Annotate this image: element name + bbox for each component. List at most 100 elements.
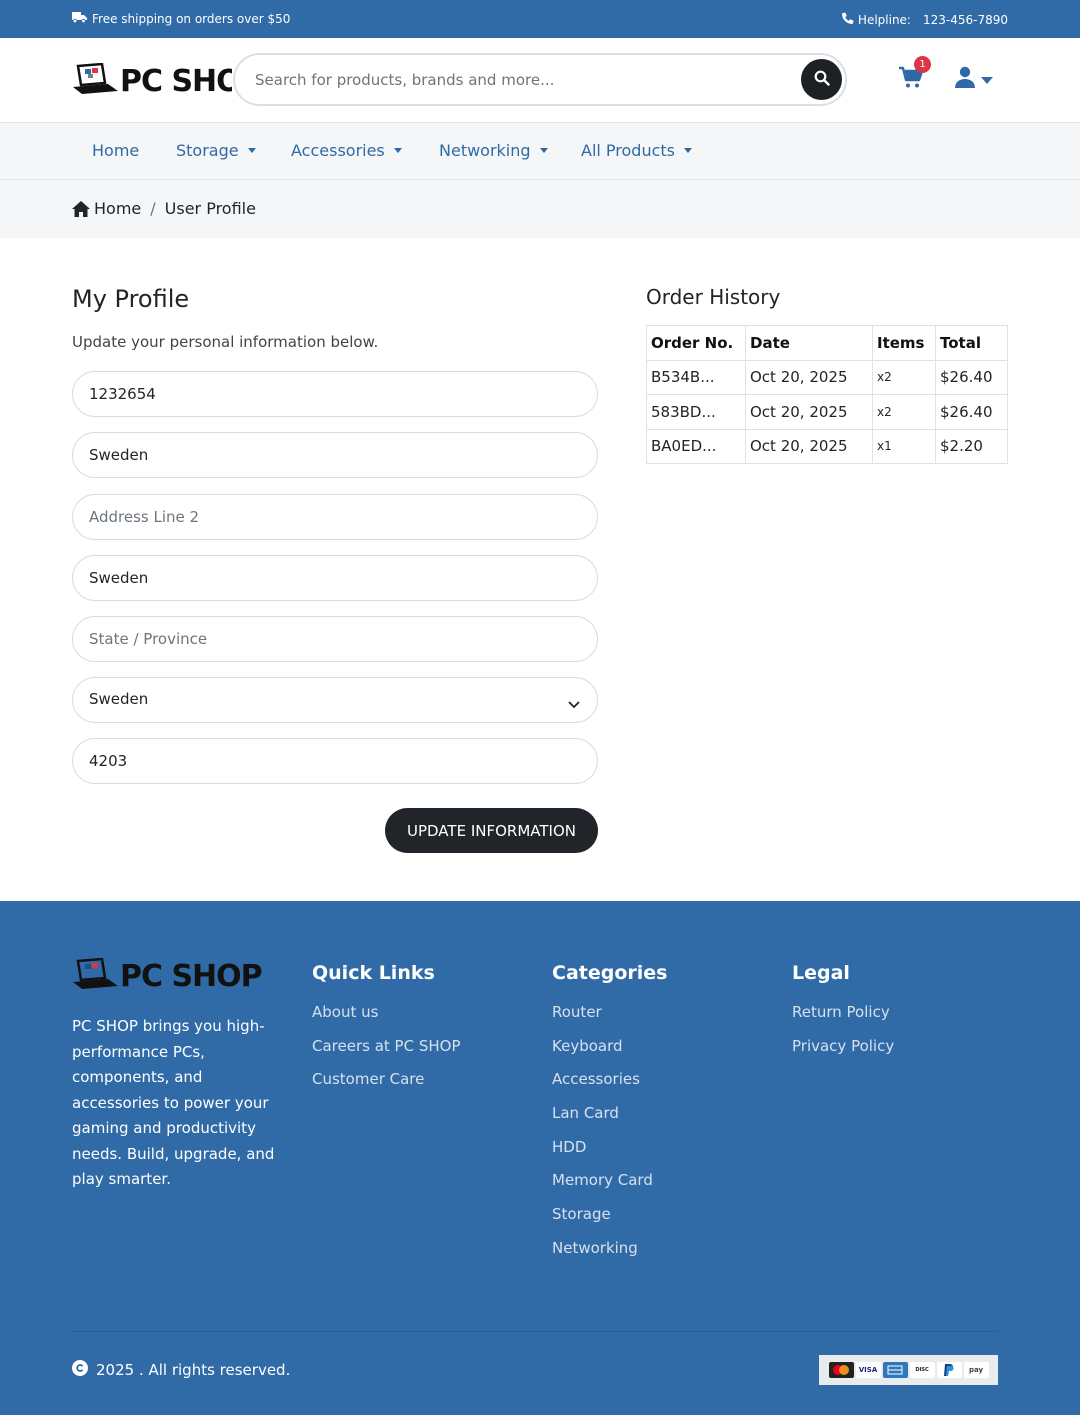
breadcrumb: Home / User Profile [0, 180, 1080, 238]
footer-link-return-policy[interactable]: Return Policy [792, 1003, 894, 1037]
footer-link-keyboard[interactable]: Keyboard [552, 1037, 667, 1071]
search-icon [814, 70, 830, 90]
search-bar [233, 53, 847, 106]
state-field[interactable] [72, 616, 598, 662]
table-header-row: Order No. Date Items Total [646, 325, 1008, 361]
footer-about: PC SHOP brings you high-performance PCs,… [72, 1017, 275, 1188]
address-line1-field[interactable] [72, 432, 598, 478]
footer-link-about[interactable]: About us [312, 1003, 461, 1037]
order-items: x2 [872, 359, 936, 395]
nav-label: Storage [176, 141, 239, 160]
column-header: Total [935, 325, 1008, 361]
update-information-button[interactable]: UPDATE INFORMATION [385, 808, 598, 853]
cart-button[interactable]: 1 [898, 56, 931, 94]
paypal-icon [936, 1362, 962, 1378]
site-header: PC SHOP 1 [0, 38, 1080, 123]
nav-networking[interactable]: Networking [439, 141, 548, 160]
footer-legal: Legal Return Policy Privacy Policy [792, 962, 894, 1070]
nav-home[interactable]: Home [92, 141, 139, 160]
order-number[interactable]: B534B... [646, 359, 746, 395]
search-input[interactable] [255, 67, 795, 93]
site-footer: PC SHOP PC SHOP brings you high-performa… [0, 901, 1080, 1415]
helpline-number[interactable]: 123-456-7890 [923, 13, 1008, 27]
table-row[interactable]: 583BD... Oct 20, 2025 x2 $26.40 [646, 394, 1008, 430]
footer-link-customer-care[interactable]: Customer Care [312, 1070, 461, 1104]
breadcrumb-current: User Profile [164, 199, 256, 218]
apple-pay-icon: pay [963, 1362, 989, 1378]
nav-all-products[interactable]: All Products [581, 141, 693, 160]
column-header: Items [872, 325, 936, 361]
order-total: $26.40 [935, 394, 1008, 430]
footer-logo-text: PC SHOP [120, 958, 263, 994]
footer-logo[interactable]: PC SHOP [72, 957, 263, 994]
breadcrumb-separator: / [150, 199, 156, 218]
profile-title: My Profile [72, 285, 190, 313]
order-history-table: Order No. Date Items Total B534B... Oct … [646, 325, 1008, 464]
city-field[interactable] [72, 555, 598, 601]
footer-link-memory-card[interactable]: Memory Card [552, 1171, 667, 1205]
country-select[interactable]: Sweden [72, 677, 598, 723]
user-icon [955, 66, 975, 92]
nav-label: Networking [439, 141, 531, 160]
caret-down-icon [393, 148, 402, 153]
footer-heading: Categories [552, 962, 668, 984]
search-button[interactable] [801, 59, 842, 100]
phone-field[interactable] [72, 371, 598, 417]
nav-storage[interactable]: Storage [176, 141, 256, 160]
order-total: $26.40 [935, 359, 1008, 395]
order-items: x1 [872, 428, 936, 464]
top-bar: Free shipping on orders over $50 Helplin… [0, 0, 1080, 38]
profile-subtitle: Update your personal information below. [72, 333, 379, 351]
site-logo[interactable]: PC SHOP [72, 63, 232, 99]
column-header: Order No. [646, 325, 746, 361]
country-selected-value: Sweden [89, 690, 149, 708]
copyright-text: 2025 . All rights reserved. [96, 1361, 291, 1379]
footer-link-hdd[interactable]: HDD [552, 1138, 667, 1172]
footer-divider [72, 1331, 998, 1332]
order-date: Oct 20, 2025 [745, 359, 873, 395]
chevron-down-icon [568, 695, 580, 713]
footer-link-careers[interactable]: Careers at PC SHOP [312, 1037, 461, 1071]
home-icon [72, 200, 90, 217]
payment-methods: VISA DISC pay [819, 1355, 998, 1385]
nav-accessories[interactable]: Accessories [291, 141, 402, 160]
visa-icon: VISA [855, 1362, 881, 1378]
table-row[interactable]: B534B... Oct 20, 2025 x2 $26.40 [646, 359, 1008, 395]
caret-down-icon [247, 148, 256, 153]
order-date: Oct 20, 2025 [745, 394, 873, 430]
chevron-down-icon [981, 70, 993, 89]
address-line2-field[interactable] [72, 494, 598, 540]
order-number[interactable]: BA0ED... [646, 428, 746, 464]
footer-heading: Quick Links [312, 962, 435, 984]
breadcrumb-home[interactable]: Home [94, 199, 141, 218]
table-row[interactable]: BA0ED... Oct 20, 2025 x1 $2.20 [646, 428, 1008, 464]
cart-icon [898, 66, 924, 94]
amex-icon [882, 1362, 908, 1378]
column-header: Date [745, 325, 873, 361]
user-menu[interactable] [955, 66, 1001, 92]
shipping-text: Free shipping on orders over $50 [92, 12, 291, 26]
discover-icon: DISC [909, 1362, 935, 1378]
shipping-notice: Free shipping on orders over $50 [72, 12, 290, 26]
order-history-title: Order History [646, 285, 781, 309]
copyright: 2025 . All rights reserved. [72, 1360, 290, 1380]
cart-count-badge: 1 [914, 56, 931, 73]
postal-code-field[interactable] [72, 738, 598, 784]
laptop-logo-icon [72, 63, 118, 99]
footer-link-lan-card[interactable]: Lan Card [552, 1104, 667, 1138]
order-items: x2 [872, 394, 936, 430]
footer-link-networking[interactable]: Networking [552, 1239, 667, 1273]
footer-quick-links: Quick Links About us Careers at PC SHOP … [312, 962, 461, 1104]
nav-label: Accessories [291, 141, 385, 160]
order-date: Oct 20, 2025 [745, 428, 873, 464]
caret-down-icon [539, 148, 548, 153]
nav-label: Home [92, 141, 140, 160]
order-number[interactable]: 583BD... [646, 394, 746, 430]
footer-link-privacy-policy[interactable]: Privacy Policy [792, 1037, 894, 1071]
footer-link-accessories[interactable]: Accessories [552, 1070, 667, 1104]
footer-link-router[interactable]: Router [552, 1003, 667, 1037]
footer-link-storage[interactable]: Storage [552, 1205, 667, 1239]
footer-heading: Legal [792, 962, 850, 984]
nav-label: All Products [581, 141, 676, 160]
caret-down-icon [684, 148, 693, 153]
